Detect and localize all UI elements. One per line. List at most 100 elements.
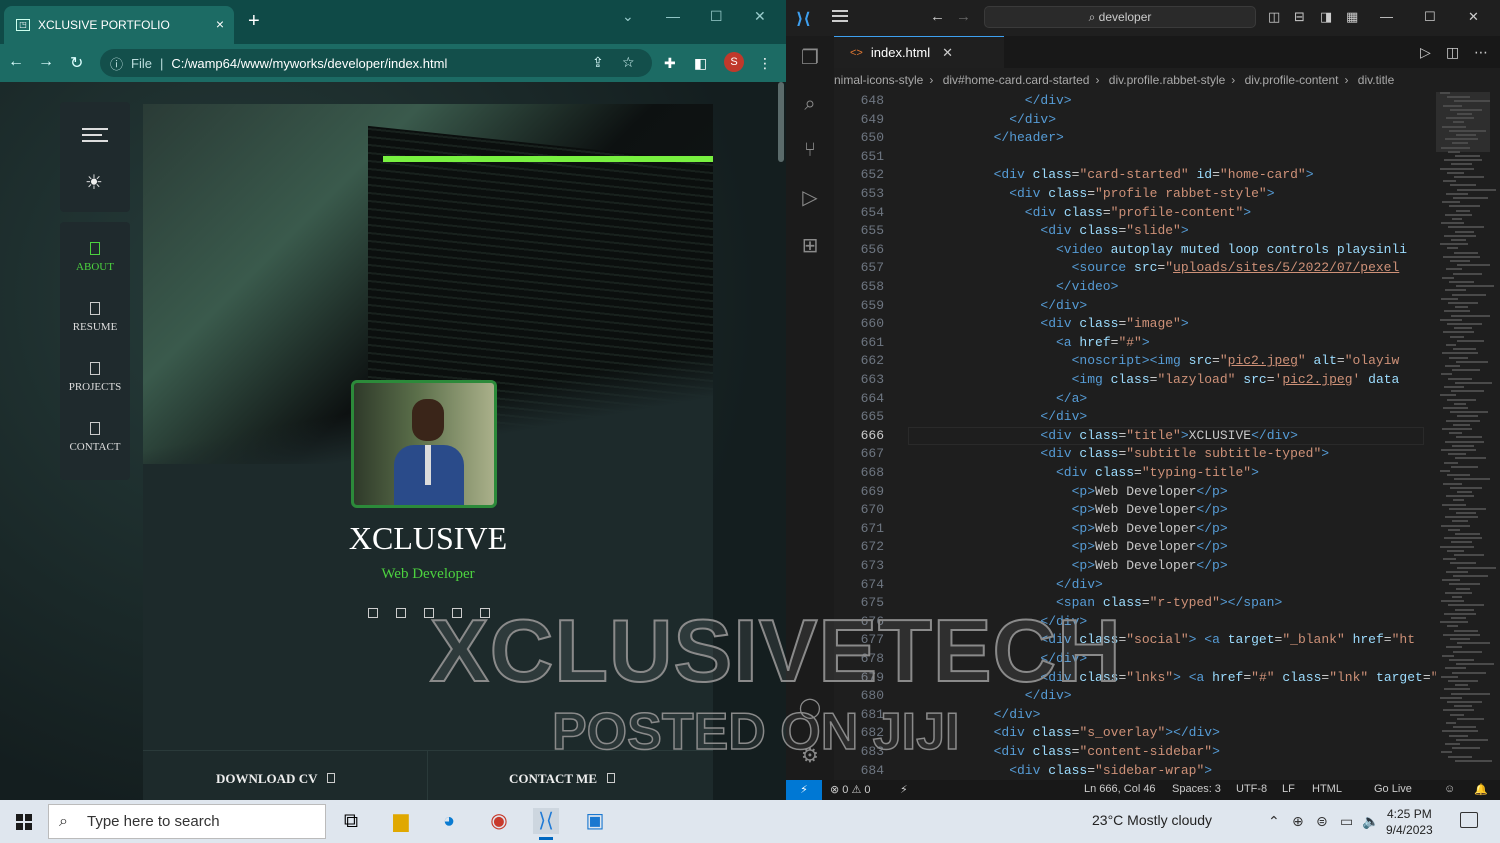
code-line[interactable]: 658 </video> [834, 278, 1444, 297]
photos-app-icon[interactable]: ▣ [582, 808, 608, 834]
code-line[interactable]: 648 </div> [834, 92, 1444, 111]
info-icon[interactable]: ⓘ [110, 54, 123, 73]
remote-indicator-icon[interactable]: ⚡ [786, 780, 822, 800]
code-line[interactable]: 652 <div class="card-started" id="home-ca… [834, 166, 1444, 185]
extensions-puzzle-icon[interactable]: ✚ [664, 55, 676, 72]
social-icon[interactable] [396, 608, 406, 618]
more-actions-icon[interactable]: ⋯ [1474, 44, 1488, 61]
code-line[interactable]: 655 <div class="slide"> [834, 222, 1444, 241]
code-line[interactable]: 660 <div class="image"> [834, 315, 1444, 334]
profile-avatar[interactable]: S [724, 52, 744, 72]
toggle-secondary-sidebar-icon[interactable]: ◨ [1320, 9, 1332, 25]
language-globe-icon[interactable]: ⊕ [1292, 813, 1304, 830]
taskbar-clock[interactable]: 4:25 PM 9/4/2023 [1386, 806, 1433, 838]
battery-icon[interactable]: ▭ [1340, 813, 1353, 830]
customize-layout-icon[interactable]: ▦ [1346, 9, 1358, 25]
page-scrollbar[interactable] [778, 82, 784, 162]
code-line[interactable]: 669 <p>Web Developer</p> [834, 483, 1444, 502]
breadcrumb-item[interactable]: nimal-icons-style [834, 73, 923, 87]
code-line[interactable]: 674 </div> [834, 576, 1444, 595]
source-control-icon[interactable]: ⑂ [798, 138, 822, 162]
taskbar-search-input[interactable]: ⌕ Type here to search [48, 804, 326, 839]
reload-icon[interactable]: ↻ [70, 53, 83, 73]
address-bar[interactable]: ⓘ File | C:/wamp64/www/myworks/developer… [100, 49, 652, 77]
toggle-panel-icon[interactable]: ⊟ [1294, 9, 1305, 25]
code-line[interactable]: 667 <div class="subtitle subtitle-typed"> [834, 445, 1444, 464]
code-line[interactable]: 661 <a href="#"> [834, 334, 1444, 353]
show-hidden-icons-chevron-icon[interactable]: ⌃ [1268, 813, 1280, 830]
forward-arrow-icon[interactable]: → [38, 53, 54, 71]
code-line[interactable]: 657 <source src="uploads/sites/5/2022/07/… [834, 259, 1444, 278]
meet-now-icon[interactable]: ⊜ [1316, 813, 1328, 830]
code-line[interactable]: 684 <div class="sidebar-wrap"> [834, 762, 1444, 780]
explorer-icon[interactable]: ❐ [798, 46, 822, 70]
end-of-line[interactable]: LF [1282, 783, 1295, 795]
tab-close-button[interactable]: × [216, 16, 224, 32]
language-mode[interactable]: HTML [1312, 783, 1342, 795]
bookmark-star-icon[interactable]: ☆ [622, 54, 635, 71]
share-icon[interactable]: ⇪ [592, 54, 604, 71]
contact-me-button[interactable]: CONTACT ME [509, 771, 615, 787]
browser-tab[interactable]: ◳ XCLUSIVE PORTFOLIO × [4, 6, 234, 44]
chrome-browser-icon[interactable]: ◉ [486, 808, 512, 834]
vscode-menu-icon[interactable] [832, 10, 848, 22]
code-line[interactable]: 663 <img class="lazyload" src='pic2.jpeg'… [834, 371, 1444, 390]
nav-back-icon[interactable]: ← [930, 8, 945, 25]
vscode-close-button[interactable]: ✕ [1468, 9, 1479, 25]
editor-tab-close-icon[interactable]: ✕ [942, 45, 953, 61]
code-line[interactable]: 671 <p>Web Developer</p> [834, 520, 1444, 539]
code-line[interactable]: 666 <div class="title">XCLUSIVE</div> [834, 426, 1444, 446]
code-line[interactable]: 656 <video autoplay muted loop controls p… [834, 241, 1444, 260]
code-line[interactable]: 672 <p>Web Developer</p> [834, 538, 1444, 557]
code-line[interactable]: 649 </div> [834, 111, 1444, 130]
code-line[interactable]: 664 </a> [834, 390, 1444, 409]
code-line[interactable]: 650 </header> [834, 129, 1444, 148]
new-tab-button[interactable]: + [248, 11, 260, 31]
action-center-icon[interactable] [1460, 812, 1478, 828]
nav-item-contact[interactable]: CONTACT [60, 422, 130, 453]
code-line[interactable]: 659 </div> [834, 297, 1444, 316]
code-line[interactable]: 653 <div class="profile rabbet-style"> [834, 185, 1444, 204]
more-menu-icon[interactable]: ⋮ [758, 55, 772, 72]
run-debug-icon[interactable]: ▷ [798, 186, 822, 210]
task-view-icon[interactable]: ⧉ [338, 808, 364, 834]
run-play-icon[interactable]: ▷ [1420, 44, 1431, 61]
start-button-windows-icon[interactable] [16, 814, 32, 830]
social-icon[interactable] [368, 608, 378, 618]
code-line[interactable]: 662 <noscript><img src="pic2.jpeg" alt="o… [834, 352, 1444, 371]
download-cv-button[interactable]: DOWNLOAD CV [216, 771, 336, 787]
code-line[interactable]: 651 [834, 148, 1444, 167]
sync-icon[interactable]: ⚡ [900, 783, 908, 796]
back-arrow-icon[interactable]: ← [8, 53, 24, 71]
code-line[interactable]: 654 <div class="profile-content"> [834, 204, 1444, 223]
minimize-button[interactable]: — [666, 8, 680, 24]
hamburger-menu-icon[interactable] [82, 128, 108, 142]
problems-indicator[interactable]: ⊗ 0 ⚠ 0 [830, 783, 870, 796]
toggle-sidebar-icon[interactable]: ◫ [1268, 9, 1280, 25]
notifications-bell-icon[interactable]: 🔔 [1474, 783, 1488, 796]
nav-item-about[interactable]: ABOUT [60, 242, 130, 273]
encoding[interactable]: UTF-8 [1236, 783, 1267, 795]
edge-browser-icon[interactable]: ◕ [436, 808, 462, 834]
file-explorer-icon[interactable]: ▆ [388, 808, 414, 834]
minimap[interactable] [1436, 92, 1496, 780]
indentation[interactable]: Spaces: 3 [1172, 783, 1221, 795]
breadcrumb-item[interactable]: div.profile-content [1245, 73, 1339, 87]
close-window-button[interactable]: ✕ [754, 8, 766, 25]
extensions-icon[interactable]: ⊞ [798, 234, 822, 258]
feedback-icon[interactable]: ☺ [1444, 783, 1455, 795]
nav-item-projects[interactable]: PROJECTS [60, 362, 130, 393]
vscode-taskbar-icon[interactable]: ⟩⟨ [533, 808, 559, 840]
nav-forward-icon[interactable]: → [956, 8, 971, 25]
theme-toggle-sun-icon[interactable]: ☀ [85, 170, 103, 195]
editor-tab-index-html[interactable]: <> index.html ✕ [834, 36, 1004, 68]
split-editor-icon[interactable]: ◫ [1446, 44, 1459, 61]
command-center-search[interactable]: ⌕ developer [984, 6, 1256, 28]
search-icon[interactable]: ⌕ [798, 92, 822, 116]
breadcrumb-item[interactable]: div#home-card.card-started [943, 73, 1090, 87]
code-line[interactable]: 668 <div class="typing-title"> [834, 464, 1444, 483]
weather-widget[interactable]: 23°C Mostly cloudy [1092, 812, 1212, 828]
go-live-button[interactable]: Go Live [1374, 783, 1412, 795]
maximize-button[interactable]: ☐ [710, 8, 723, 25]
breadcrumb-item[interactable]: div.title [1358, 73, 1394, 87]
